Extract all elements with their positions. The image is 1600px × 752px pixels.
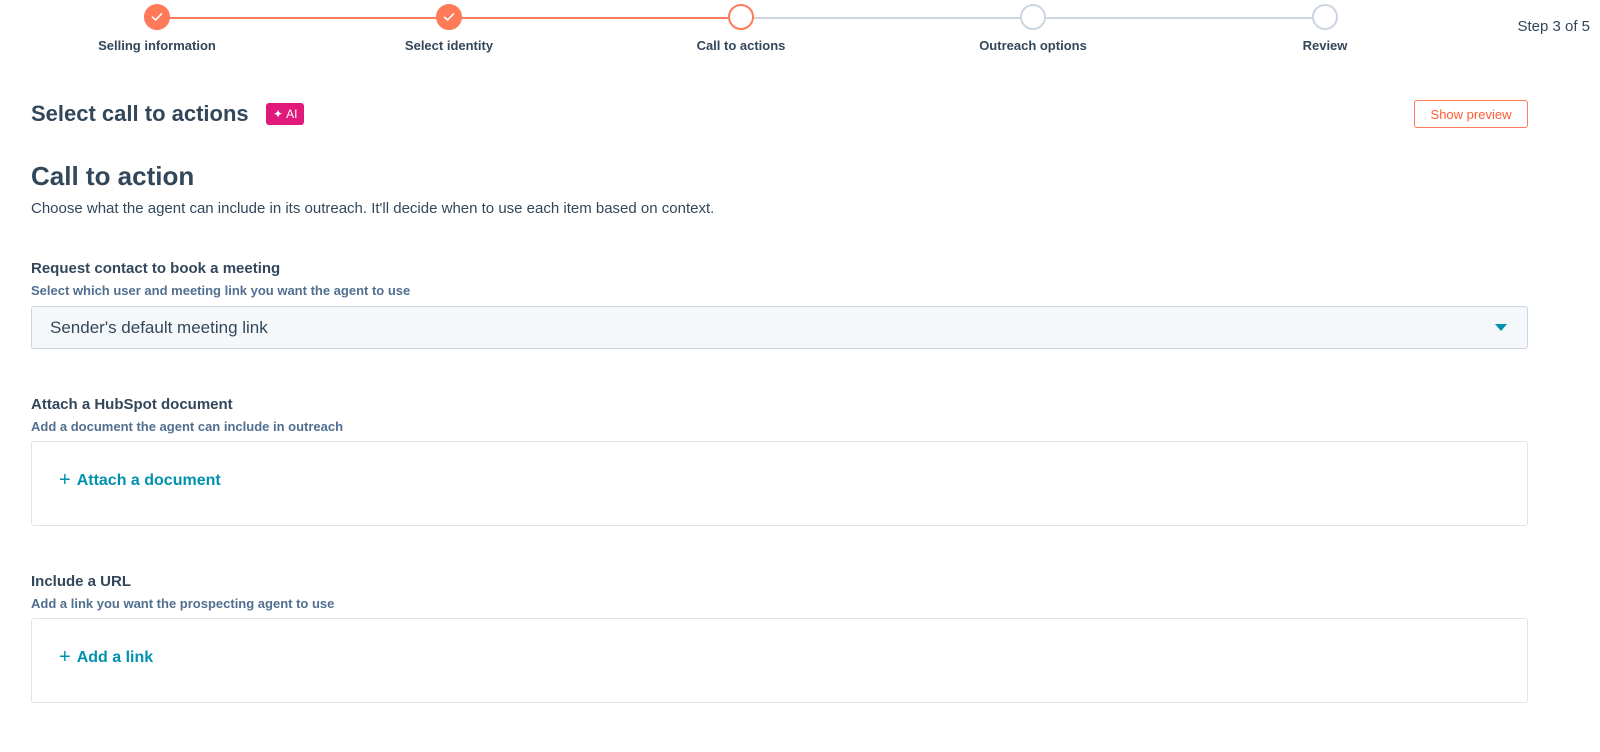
step-selling-information[interactable]: Selling information xyxy=(37,4,277,53)
step-count: Step 3 of 5 xyxy=(1517,18,1590,35)
section-heading: Call to action xyxy=(31,161,195,191)
step-label: Review xyxy=(1302,38,1348,53)
step-select-identity[interactable]: Select identity xyxy=(329,4,569,53)
meeting-link-selected-value: Sender's default meeting link xyxy=(50,317,268,337)
plus-icon: + xyxy=(59,469,71,491)
checkmark-icon xyxy=(436,4,462,30)
meeting-field-help: Select which user and meeting link you w… xyxy=(31,283,411,298)
show-preview-button[interactable]: Show preview xyxy=(1414,100,1528,128)
url-field-label: Include a URL xyxy=(31,573,132,590)
step-label: Call to actions xyxy=(696,38,786,53)
attach-document-button[interactable]: + Attach a document xyxy=(59,469,221,491)
add-link-label: Add a link xyxy=(76,649,154,666)
add-link-button[interactable]: + Add a link xyxy=(59,646,154,668)
url-link-box: + Add a link xyxy=(31,618,1528,703)
current-step-circle-icon xyxy=(728,4,754,30)
document-attach-box: + Attach a document xyxy=(31,441,1528,526)
meeting-field-label: Request contact to book a meeting xyxy=(31,260,281,277)
document-field-help: Add a document the agent can include in … xyxy=(31,419,344,434)
pending-step-circle-icon xyxy=(1312,4,1338,30)
step-label: Outreach options xyxy=(979,38,1087,53)
checkmark-icon xyxy=(144,4,170,30)
step-call-to-actions[interactable]: Call to actions xyxy=(621,4,861,53)
step-outreach-options[interactable]: Outreach options xyxy=(913,4,1153,53)
sparkle-icon: ✦ xyxy=(273,107,284,121)
step-label: Selling information xyxy=(98,38,216,53)
step-label: Select identity xyxy=(404,38,494,53)
ai-badge-label: AI xyxy=(286,107,298,121)
document-field-label: Attach a HubSpot document xyxy=(31,396,233,413)
url-field-help: Add a link you want the prospecting agen… xyxy=(31,596,335,611)
ai-badge: ✦ AI xyxy=(266,103,305,125)
step-review[interactable]: Review xyxy=(1205,4,1445,53)
plus-icon: + xyxy=(59,646,71,668)
pending-step-circle-icon xyxy=(1020,4,1046,30)
caret-down-icon xyxy=(1495,324,1507,331)
page-title: Select call to actions xyxy=(31,101,249,126)
meeting-link-select[interactable]: Sender's default meeting link xyxy=(31,306,1528,349)
progress-stepper: Selling information Select identity Call… xyxy=(0,0,1600,70)
section-description: Choose what the agent can include in its… xyxy=(31,200,715,217)
attach-document-label: Attach a document xyxy=(76,472,221,489)
